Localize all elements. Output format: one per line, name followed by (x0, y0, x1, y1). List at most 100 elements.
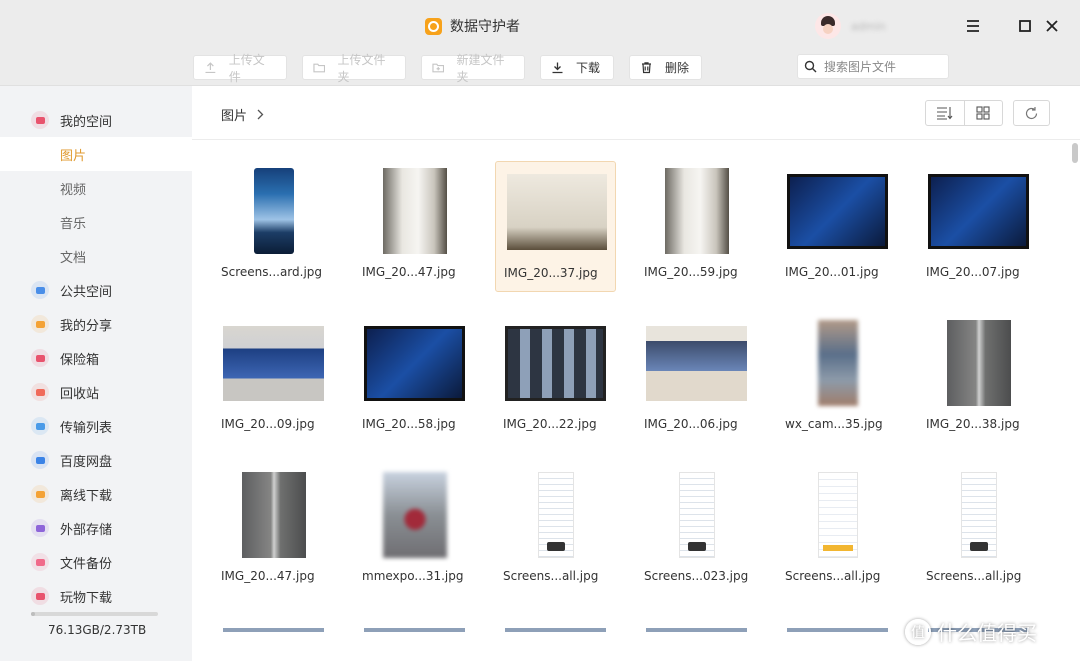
sidebar-item[interactable]: 我的空间 (0, 103, 192, 137)
thumbnail-image (354, 465, 475, 565)
delete-button[interactable]: 删除 (629, 55, 702, 80)
file-name: IMG_20...01.jpg (785, 265, 879, 279)
sidebar-item[interactable]: 音乐 (0, 205, 192, 239)
thumbnail-image (496, 162, 617, 262)
maximize-icon[interactable] (1015, 16, 1035, 36)
file-tile[interactable]: IMG_20...58.jpg (354, 313, 475, 444)
file-tile[interactable]: IMG_20...01.jpg (777, 161, 898, 292)
upload-folder-label: 上传文件夹 (337, 52, 386, 84)
sidebar-item[interactable]: 保险箱 (0, 341, 192, 375)
user-menu[interactable]: admin (815, 13, 885, 39)
file-tile-partial[interactable] (787, 628, 888, 632)
file-name: IMG_20...07.jpg (926, 265, 1020, 279)
file-tile[interactable]: IMG_20...07.jpg (918, 161, 1039, 292)
trash-icon (31, 383, 49, 401)
thumbnail-picture (253, 168, 294, 254)
thumbnail-image (213, 465, 334, 565)
sidebar-item[interactable]: 公共空间 (0, 273, 192, 307)
thumbnail-image (777, 313, 898, 413)
file-tile[interactable]: Screens...all.jpg (495, 465, 616, 596)
file-name: Screens...023.jpg (644, 569, 749, 583)
upload-icon (205, 62, 216, 74)
file-tile[interactable]: Screens...all.jpg (777, 465, 898, 596)
thumbnail-image (636, 465, 757, 565)
app-title: 数据守护者 (450, 19, 520, 35)
file-name: IMG_20...22.jpg (503, 417, 597, 431)
sidebar-item[interactable]: 外部存储 (0, 511, 192, 545)
sidebar-item[interactable]: 文件备份 (0, 545, 192, 579)
folder-upload-icon (313, 63, 326, 73)
sidebar-item[interactable]: 回收站 (0, 375, 192, 409)
file-tile[interactable]: Screens...ard.jpg (213, 161, 334, 292)
download-button[interactable]: 下载 (540, 55, 614, 80)
watermark: 值 什么值得买 (905, 617, 1037, 646)
app-logo-icon (425, 17, 442, 35)
file-tile[interactable]: mmexpo...31.jpg (354, 465, 475, 596)
file-tile-partial[interactable] (505, 628, 606, 632)
thumbnail-image (636, 161, 757, 261)
chevron-right-icon (257, 109, 264, 120)
file-tile[interactable]: IMG_20...47.jpg (354, 161, 475, 292)
file-tile[interactable]: IMG_20...47.jpg (213, 465, 334, 596)
file-tile[interactable]: Screens...023.jpg (636, 465, 757, 596)
view-toggle (925, 100, 1003, 126)
file-tile-partial[interactable] (364, 628, 465, 632)
sidebar-item[interactable]: 我的分享 (0, 307, 192, 341)
close-icon[interactable] (1042, 16, 1062, 36)
username: admin (851, 19, 886, 33)
file-tile[interactable]: IMG_20...37.jpg (495, 161, 616, 292)
watermark-icon: 值 (905, 618, 931, 645)
upload-folder-button[interactable]: 上传文件夹 (302, 53, 406, 84)
file-tile[interactable]: wx_cam...35.jpg (777, 313, 898, 444)
refresh-button[interactable] (1013, 100, 1050, 126)
file-tile[interactable]: IMG_20...22.jpg (495, 313, 616, 444)
upload-file-button[interactable]: 上传文件 (193, 53, 287, 84)
breadcrumb-item[interactable]: 图片 (221, 105, 247, 124)
file-name: IMG_20...59.jpg (644, 265, 738, 279)
thumbnail-picture (505, 325, 606, 401)
storage-text: 76.13GB/2.73TB (48, 623, 147, 637)
breadcrumb[interactable]: 图片 (221, 105, 264, 124)
thumbnail-image (495, 465, 616, 565)
sidebar-item[interactable]: 视频 (0, 171, 192, 205)
sidebar-item-label: 文件备份 (60, 556, 113, 572)
header-divider (192, 139, 1080, 140)
search-input[interactable] (824, 59, 944, 74)
avatar[interactable] (815, 13, 841, 39)
thumbnail-picture (817, 320, 858, 406)
delete-label: 删除 (665, 61, 690, 75)
menu-icon[interactable] (963, 16, 983, 36)
grid-icon (976, 106, 990, 120)
sidebar-item[interactable]: 文档 (0, 239, 192, 273)
file-name: Screens...all.jpg (926, 569, 1022, 583)
scrollbar[interactable] (1072, 143, 1078, 163)
file-name: IMG_20...47.jpg (362, 265, 456, 279)
thumbnail-image (213, 161, 334, 261)
thumbnail-picture (537, 472, 574, 558)
file-tile[interactable]: IMG_20...09.jpg (213, 313, 334, 444)
file-tile-partial[interactable] (223, 628, 324, 632)
sidebar-item[interactable]: 传输列表 (0, 409, 192, 443)
sidebar-item-label: 我的空间 (60, 114, 113, 130)
sidebar-item[interactable]: 图片 (0, 137, 192, 171)
search-box[interactable] (797, 54, 949, 79)
file-tile[interactable]: Screens...all.jpg (918, 465, 1039, 596)
thumbnail-image (777, 161, 898, 261)
new-folder-button[interactable]: 新建文件夹 (421, 53, 525, 84)
file-name: IMG_20...06.jpg (644, 417, 738, 431)
list-view-button[interactable] (926, 101, 964, 125)
sidebar-item[interactable]: 玩物下载 (0, 579, 192, 613)
file-tile[interactable]: IMG_20...59.jpg (636, 161, 757, 292)
trash-icon (642, 62, 651, 74)
new-folder-icon (432, 63, 445, 73)
grid-view-button[interactable] (963, 101, 1003, 125)
download-icon (552, 62, 563, 74)
thumbnail-image (636, 313, 757, 413)
sidebar-item[interactable]: 离线下载 (0, 477, 192, 511)
thumbnail-picture (678, 472, 715, 558)
sidebar-item[interactable]: 百度网盘 (0, 443, 192, 477)
file-tile[interactable]: IMG_20...06.jpg (636, 313, 757, 444)
thumbnail-picture (946, 320, 1011, 406)
file-tile-partial[interactable] (646, 628, 747, 632)
file-tile[interactable]: IMG_20...38.jpg (918, 313, 1039, 444)
